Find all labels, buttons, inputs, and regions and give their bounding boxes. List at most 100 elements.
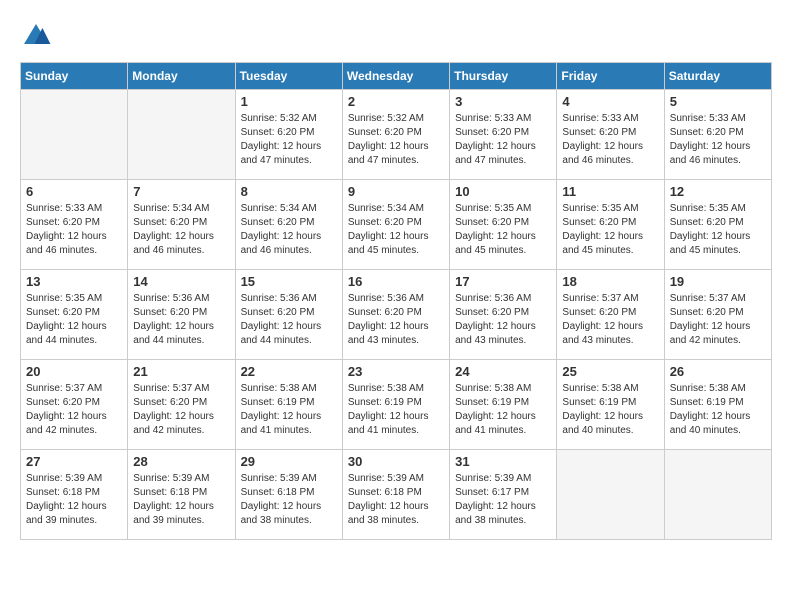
day-info: Sunrise: 5:36 AM Sunset: 6:20 PM Dayligh… (133, 292, 229, 348)
column-header-wednesday: Wednesday (342, 63, 449, 90)
calendar-week-row: 1 Sunrise: 5:32 AM Sunset: 6:20 PM Daylig… (21, 90, 772, 180)
calendar-cell: 24 Sunrise: 5:38 AM Sunset: 6:19 PM Dayli… (450, 360, 557, 450)
day-info: Sunrise: 5:38 AM Sunset: 6:19 PM Dayligh… (670, 382, 766, 438)
calendar-cell: 7 Sunrise: 5:34 AM Sunset: 6:20 PM Daylig… (128, 180, 235, 270)
calendar-cell: 31 Sunrise: 5:39 AM Sunset: 6:17 PM Dayli… (450, 450, 557, 540)
day-info: Sunrise: 5:34 AM Sunset: 6:20 PM Dayligh… (133, 202, 229, 258)
day-info: Sunrise: 5:38 AM Sunset: 6:19 PM Dayligh… (455, 382, 551, 438)
day-number: 21 (133, 364, 229, 379)
day-number: 24 (455, 364, 551, 379)
day-number: 30 (348, 454, 444, 469)
calendar-cell: 14 Sunrise: 5:36 AM Sunset: 6:20 PM Dayli… (128, 270, 235, 360)
calendar-cell: 5 Sunrise: 5:33 AM Sunset: 6:20 PM Daylig… (664, 90, 771, 180)
day-number: 31 (455, 454, 551, 469)
day-info: Sunrise: 5:35 AM Sunset: 6:20 PM Dayligh… (455, 202, 551, 258)
calendar-cell: 23Sunrise: 5:38 AM Sunset: 6:19 PM Dayli… (342, 360, 449, 450)
column-header-friday: Friday (557, 63, 664, 90)
day-number: 6 (26, 184, 122, 199)
calendar-cell: 3 Sunrise: 5:33 AM Sunset: 6:20 PM Daylig… (450, 90, 557, 180)
day-info: Sunrise: 5:35 AM Sunset: 6:20 PM Dayligh… (670, 202, 766, 258)
column-header-tuesday: Tuesday (235, 63, 342, 90)
day-info: Sunrise: 5:35 AM Sunset: 6:20 PM Dayligh… (562, 202, 658, 258)
day-info: Sunrise: 5:35 AM Sunset: 6:20 PM Dayligh… (26, 292, 122, 348)
column-header-sunday: Sunday (21, 63, 128, 90)
calendar-cell: 20Sunrise: 5:37 AM Sunset: 6:20 PM Dayli… (21, 360, 128, 450)
day-number: 4 (562, 94, 658, 109)
calendar-cell: 28Sunrise: 5:39 AM Sunset: 6:18 PM Dayli… (128, 450, 235, 540)
day-number: 13 (26, 274, 122, 289)
column-header-monday: Monday (128, 63, 235, 90)
calendar-cell: 17 Sunrise: 5:36 AM Sunset: 6:20 PM Dayli… (450, 270, 557, 360)
day-info: Sunrise: 5:33 AM Sunset: 6:20 PM Dayligh… (26, 202, 122, 258)
calendar-week-row: 6 Sunrise: 5:33 AM Sunset: 6:20 PM Daylig… (21, 180, 772, 270)
day-info: Sunrise: 5:39 AM Sunset: 6:18 PM Dayligh… (241, 472, 337, 528)
calendar-cell: 25 Sunrise: 5:38 AM Sunset: 6:19 PM Dayli… (557, 360, 664, 450)
calendar-cell: 1 Sunrise: 5:32 AM Sunset: 6:20 PM Daylig… (235, 90, 342, 180)
calendar-cell: 27 Sunrise: 5:39 AM Sunset: 6:18 PM Dayli… (21, 450, 128, 540)
day-info: Sunrise: 5:39 AM Sunset: 6:17 PM Dayligh… (455, 472, 551, 528)
calendar-cell: 16 Sunrise: 5:36 AM Sunset: 6:20 PM Dayli… (342, 270, 449, 360)
day-number: 27 (26, 454, 122, 469)
day-number: 15 (241, 274, 337, 289)
calendar-cell: 15 Sunrise: 5:36 AM Sunset: 6:20 PM Dayli… (235, 270, 342, 360)
day-number: 3 (455, 94, 551, 109)
calendar-cell: 29 Sunrise: 5:39 AM Sunset: 6:18 PM Dayli… (235, 450, 342, 540)
day-info: Sunrise: 5:37 AM Sunset: 6:20 PM Dayligh… (133, 382, 229, 438)
day-info: Sunrise: 5:38 AM Sunset: 6:19 PM Dayligh… (241, 382, 337, 438)
calendar-cell: 12 Sunrise: 5:35 AM Sunset: 6:20 PM Dayli… (664, 180, 771, 270)
column-header-thursday: Thursday (450, 63, 557, 90)
day-info: Sunrise: 5:34 AM Sunset: 6:20 PM Dayligh… (348, 202, 444, 258)
calendar-cell: 26Sunrise: 5:38 AM Sunset: 6:19 PM Dayli… (664, 360, 771, 450)
day-number: 5 (670, 94, 766, 109)
day-info: Sunrise: 5:32 AM Sunset: 6:20 PM Dayligh… (348, 112, 444, 168)
day-info: Sunrise: 5:38 AM Sunset: 6:19 PM Dayligh… (562, 382, 658, 438)
calendar-week-row: 27 Sunrise: 5:39 AM Sunset: 6:18 PM Dayli… (21, 450, 772, 540)
day-info: Sunrise: 5:39 AM Sunset: 6:18 PM Dayligh… (348, 472, 444, 528)
day-number: 7 (133, 184, 229, 199)
calendar-header-row: SundayMondayTuesdayWednesdayThursdayFrid… (21, 63, 772, 90)
calendar-cell (21, 90, 128, 180)
day-info: Sunrise: 5:39 AM Sunset: 6:18 PM Dayligh… (26, 472, 122, 528)
calendar-cell: 13 Sunrise: 5:35 AM Sunset: 6:20 PM Dayli… (21, 270, 128, 360)
calendar-week-row: 20 Sunrise: 5:37 AM Sunset: 6:20 PM Dayli… (21, 360, 772, 450)
day-number: 9 (348, 184, 444, 199)
day-number: 22 (241, 364, 337, 379)
day-info: Sunrise: 5:38 AM Sunset: 6:19 PM Dayligh… (348, 382, 444, 438)
calendar-cell: 11 Sunrise: 5:35 AM Sunset: 6:20 PM Dayli… (557, 180, 664, 270)
day-number: 14 (133, 274, 229, 289)
day-info: Sunrise: 5:36 AM Sunset: 6:20 PM Dayligh… (348, 292, 444, 348)
day-info: Sunrise: 5:39 AM Sunset: 6:18 PM Dayligh… (133, 472, 229, 528)
calendar-cell: 22 Sunrise: 5:38 AM Sunset: 6:19 PM Dayli… (235, 360, 342, 450)
calendar-cell: 9 Sunrise: 5:34 AM Sunset: 6:20 PM Daylig… (342, 180, 449, 270)
day-info: Sunrise: 5:36 AM Sunset: 6:20 PM Dayligh… (241, 292, 337, 348)
calendar-cell: 18 Sunrise: 5:37 AM Sunset: 6:20 PM Dayli… (557, 270, 664, 360)
calendar-cell (664, 450, 771, 540)
day-number: 29 (241, 454, 337, 469)
calendar-week-row: 13 Sunrise: 5:35 AM Sunset: 6:20 PM Dayli… (21, 270, 772, 360)
calendar-cell: 30 Sunrise: 5:39 AM Sunset: 6:18 PM Dayli… (342, 450, 449, 540)
day-number: 10 (455, 184, 551, 199)
day-number: 1 (241, 94, 337, 109)
day-number: 18 (562, 274, 658, 289)
day-number: 20 (26, 364, 122, 379)
day-number: 17 (455, 274, 551, 289)
calendar-cell: 10 Sunrise: 5:35 AM Sunset: 6:20 PM Dayli… (450, 180, 557, 270)
day-info: Sunrise: 5:32 AM Sunset: 6:20 PM Dayligh… (241, 112, 337, 168)
day-info: Sunrise: 5:37 AM Sunset: 6:20 PM Dayligh… (562, 292, 658, 348)
day-info: Sunrise: 5:33 AM Sunset: 6:20 PM Dayligh… (562, 112, 658, 168)
day-number: 25 (562, 364, 658, 379)
calendar-cell: 8Sunrise: 5:34 AM Sunset: 6:20 PM Daylig… (235, 180, 342, 270)
calendar-cell (557, 450, 664, 540)
calendar-cell: 21 Sunrise: 5:37 AM Sunset: 6:20 PM Dayli… (128, 360, 235, 450)
day-number: 8 (241, 184, 337, 199)
day-number: 2 (348, 94, 444, 109)
day-number: 11 (562, 184, 658, 199)
day-number: 12 (670, 184, 766, 199)
calendar-cell: 6 Sunrise: 5:33 AM Sunset: 6:20 PM Daylig… (21, 180, 128, 270)
day-info: Sunrise: 5:36 AM Sunset: 6:20 PM Dayligh… (455, 292, 551, 348)
day-number: 16 (348, 274, 444, 289)
day-info: Sunrise: 5:33 AM Sunset: 6:20 PM Dayligh… (455, 112, 551, 168)
day-info: Sunrise: 5:33 AM Sunset: 6:20 PM Dayligh… (670, 112, 766, 168)
day-info: Sunrise: 5:37 AM Sunset: 6:20 PM Dayligh… (670, 292, 766, 348)
column-header-saturday: Saturday (664, 63, 771, 90)
